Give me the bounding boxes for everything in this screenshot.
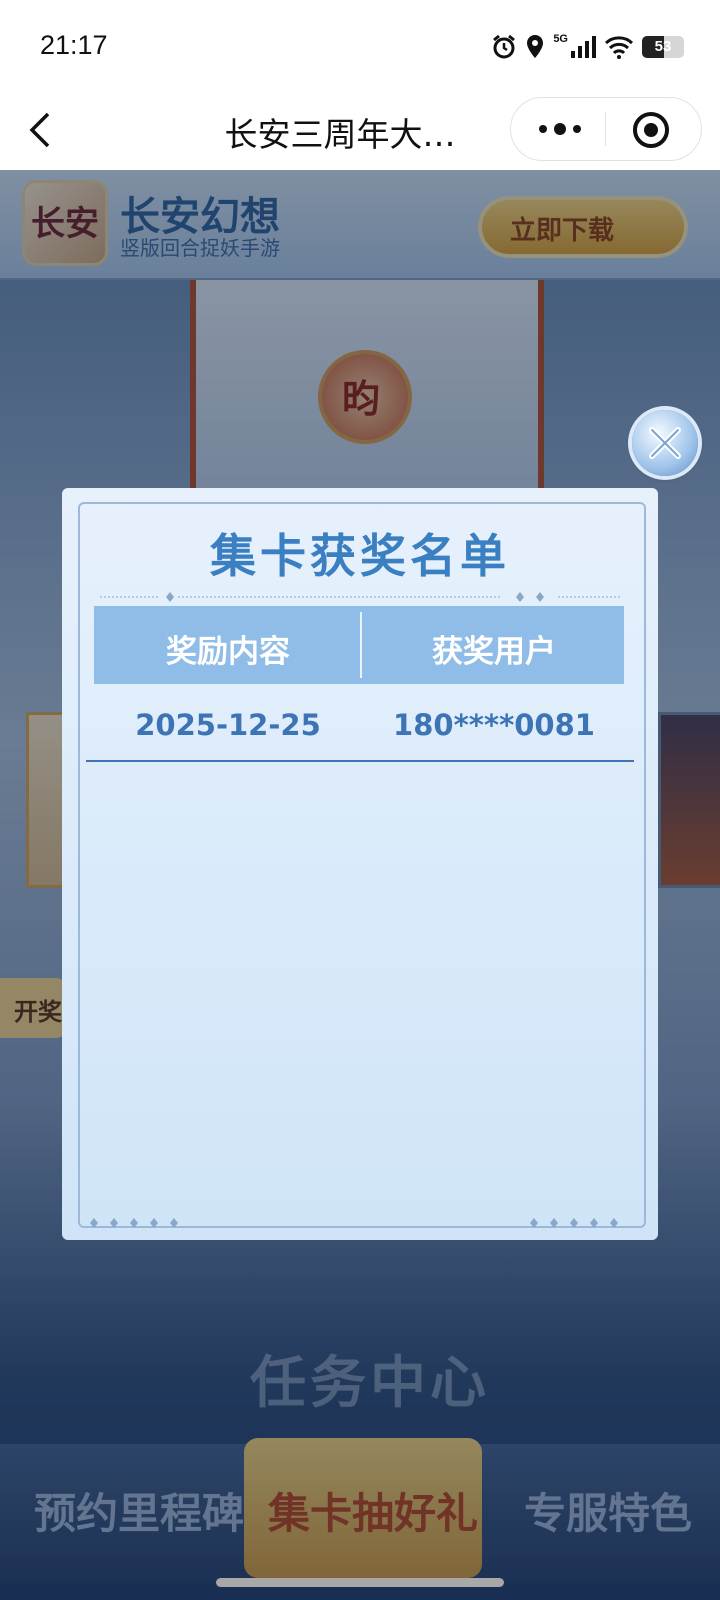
status-icons: 5G 53 (491, 33, 684, 60)
signal-icon (571, 36, 596, 58)
more-dot-icon (554, 123, 566, 135)
more-dot-icon (573, 125, 581, 133)
home-indicator[interactable] (216, 1578, 504, 1587)
status-time: 21:17 (40, 30, 108, 60)
decorative-divider (100, 592, 620, 602)
target-icon (633, 112, 669, 148)
table-cell-user: 180****0081 (393, 708, 595, 742)
close-dialog-button[interactable] (632, 410, 698, 476)
battery-level: 53 (654, 38, 672, 55)
chevron-left-icon (29, 112, 50, 148)
wifi-icon (604, 36, 634, 59)
decorative-bottom-border (90, 1218, 618, 1228)
column-header-reward: 奖励内容 (166, 634, 290, 670)
miniprogram-capsule (510, 97, 702, 161)
close-miniprogram-button[interactable] (629, 108, 673, 152)
close-icon (649, 427, 681, 459)
capsule-divider (605, 112, 606, 146)
more-button[interactable] (525, 108, 595, 150)
column-header-user: 获奖用户 (432, 634, 556, 670)
alarm-icon (493, 34, 516, 59)
page-title: 长安三周年大… (224, 115, 456, 154)
table-row-divider (86, 760, 634, 762)
dialog-title: 集卡获奖名单 (210, 529, 510, 583)
battery-icon: 53 (642, 36, 684, 58)
title-bar: 长安三周年大… (0, 92, 720, 171)
table-cell-reward: 2025-12-25 (135, 708, 321, 742)
more-dot-icon (539, 125, 547, 133)
back-button[interactable] (22, 108, 62, 152)
location-icon (527, 35, 544, 58)
network-type-label: 5G (553, 33, 568, 45)
